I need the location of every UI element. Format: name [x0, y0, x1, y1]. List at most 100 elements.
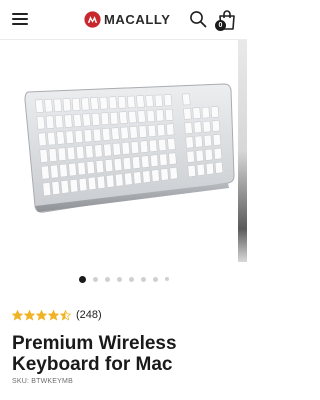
product-image-gallery[interactable]	[0, 40, 247, 262]
pagination-dot[interactable]	[92, 276, 98, 282]
keyboard-key	[128, 110, 137, 124]
site-header: MACALLY 0	[0, 0, 247, 40]
keyboard-key	[185, 136, 194, 149]
keyboard-key	[108, 96, 118, 110]
keyboard-key	[196, 163, 205, 176]
keyboard-key	[168, 152, 177, 165]
keyboard-key	[64, 114, 73, 128]
keyboard-key	[195, 149, 204, 162]
keyboard-key	[71, 97, 81, 111]
keyboard-key	[47, 131, 56, 146]
keyboard-key	[121, 141, 131, 155]
keyboard-key	[73, 113, 82, 128]
star-icon	[12, 309, 23, 321]
keyboard-key	[78, 177, 88, 192]
keyboard-key	[158, 138, 167, 152]
keyboard-key	[204, 148, 213, 161]
keyboard-key	[202, 120, 211, 133]
keyboard-key	[155, 109, 165, 122]
keyboard-key	[103, 143, 112, 157]
keyboard-key	[100, 112, 110, 126]
keyboard-key	[151, 169, 160, 182]
brand-logo[interactable]: MACALLY	[84, 10, 171, 28]
keyboard-key	[69, 178, 79, 193]
menu-icon[interactable]	[12, 12, 28, 26]
keyboard-key	[159, 153, 168, 166]
keyboard-key	[57, 147, 67, 162]
keyboard-key	[45, 115, 55, 129]
pagination-dot[interactable]	[140, 276, 146, 282]
keyboard-key	[193, 121, 202, 134]
keyboard-key	[90, 97, 99, 111]
keyboard-key	[139, 140, 149, 153]
keyboard-key	[111, 127, 120, 141]
keyboard-key	[212, 134, 222, 146]
pagination-dot-active[interactable]	[78, 275, 86, 283]
keyboard-key	[205, 162, 214, 175]
keyboard-key	[156, 124, 166, 137]
keyboard-key	[164, 108, 174, 121]
keyboard-key	[133, 171, 142, 185]
keyboard-key	[92, 128, 102, 142]
next-image-preview[interactable]	[238, 40, 247, 262]
keyboard-key	[87, 176, 97, 191]
keyboard-key	[167, 137, 176, 151]
keyboard-key	[160, 168, 169, 181]
product-sku: SKU: BTWKEYMB	[12, 378, 73, 385]
keyboard-key	[95, 159, 105, 174]
keyboard-key	[62, 98, 72, 112]
keyboard-key	[187, 164, 196, 178]
keyboard-key	[54, 114, 64, 129]
keyboard-key	[112, 142, 121, 156]
keyboard-key	[203, 134, 212, 147]
keyboard-key	[51, 181, 61, 195]
keyboard-key	[129, 126, 138, 139]
keyboard-key	[210, 106, 220, 118]
keyboard-key	[109, 111, 119, 125]
search-icon[interactable]	[189, 10, 207, 28]
keyboard-key	[136, 95, 145, 108]
pagination-dot[interactable]	[164, 277, 169, 281]
product-rating[interactable]: (248)	[12, 308, 102, 322]
pagination-dot[interactable]	[104, 276, 110, 282]
keyboard-key	[104, 159, 114, 173]
keyboard-key	[60, 179, 70, 194]
keyboard-key	[194, 135, 203, 148]
brand-logo-icon	[84, 10, 101, 28]
keyboard-key	[42, 182, 52, 197]
keyboard-key	[182, 93, 191, 106]
keyboard-key	[138, 125, 148, 138]
keyboard-key	[36, 115, 46, 130]
keyboard-key	[99, 96, 108, 110]
keyboard-key	[83, 129, 93, 143]
keyboard-key	[147, 124, 157, 138]
star-icon	[60, 309, 71, 321]
pagination-dot[interactable]	[116, 276, 122, 282]
keyboard-key	[122, 157, 132, 171]
keyboard-key	[44, 99, 53, 113]
keyboard-key	[91, 112, 101, 126]
keyboard-key	[115, 173, 124, 187]
star-icon	[48, 309, 59, 321]
keyboard-key	[96, 175, 106, 190]
keyboard-key	[106, 174, 115, 188]
keyboard-key	[56, 131, 65, 145]
pagination-dot[interactable]	[128, 276, 134, 282]
keyboard-key	[141, 155, 150, 169]
gallery-pagination	[0, 273, 247, 285]
keyboard-key	[53, 98, 63, 112]
rating-count[interactable]: (248)	[76, 309, 102, 321]
keyboard-key	[201, 106, 210, 119]
star-icon	[36, 309, 47, 321]
keyboard-key	[94, 144, 103, 158]
product-image[interactable]	[10, 40, 238, 262]
keyboard-key	[102, 127, 111, 141]
keyboard-key	[77, 161, 86, 176]
keyboard-key	[113, 158, 123, 172]
keyboard-key	[65, 130, 74, 144]
keyboard-key	[86, 160, 95, 175]
keyboard-key	[169, 167, 178, 180]
keyboard-key	[137, 110, 146, 123]
pagination-dot[interactable]	[152, 276, 158, 282]
keyboard-key	[214, 161, 224, 174]
